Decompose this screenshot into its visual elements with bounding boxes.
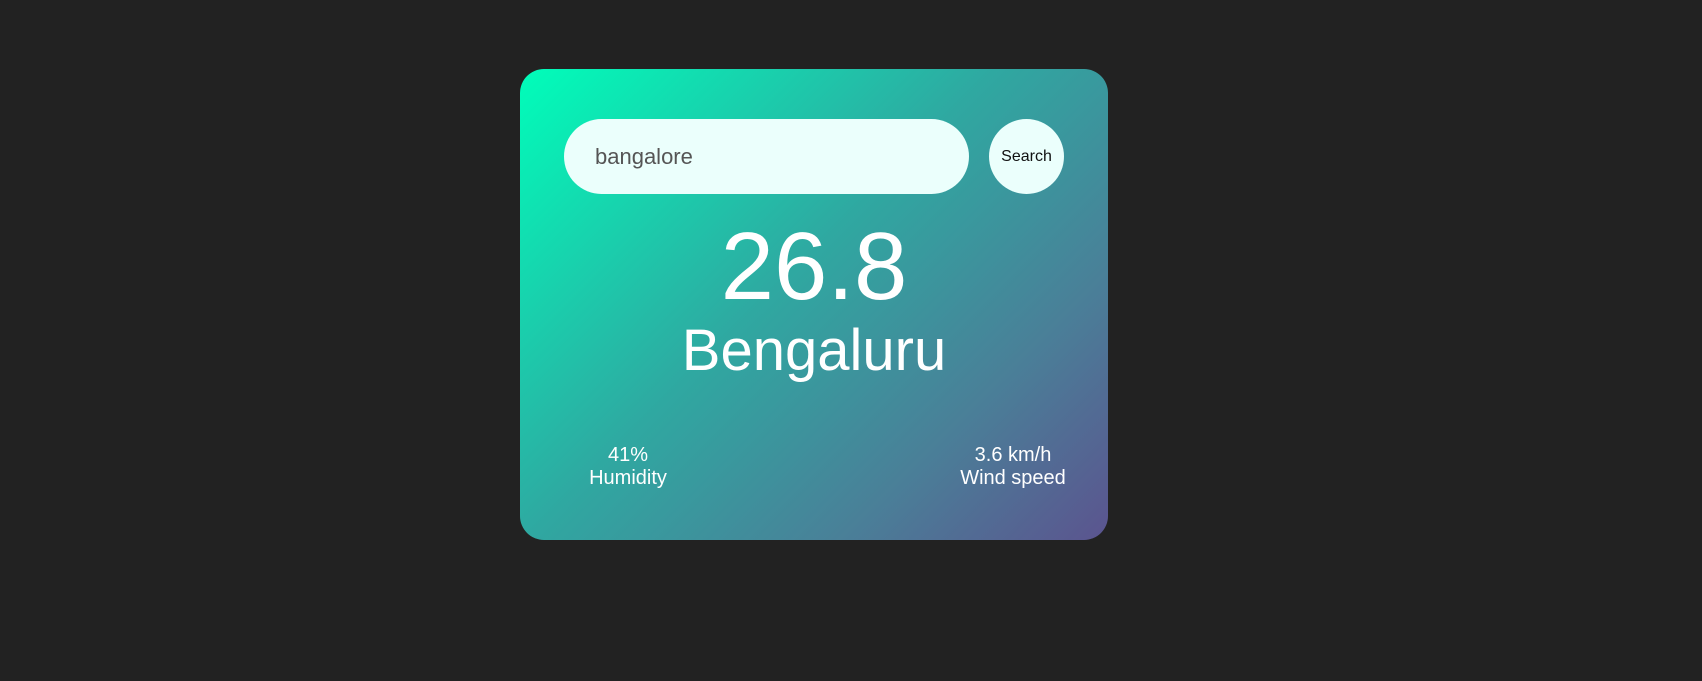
weather-card: Search 26.8 Bengaluru 41% Humidity 3.6 k… — [520, 69, 1108, 540]
search-button[interactable]: Search — [989, 119, 1064, 194]
humidity-value: 41% — [607, 444, 649, 466]
city-name: Bengaluru — [681, 318, 947, 383]
wind-block: 3.6 km/h Wind speed — [920, 444, 1106, 490]
temperature-value: 26.8 — [720, 213, 908, 320]
wind-speed-value: 3.6 km/h — [974, 444, 1052, 466]
search-bar: Search — [564, 119, 1064, 194]
wind-speed-label: Wind speed — [960, 467, 1066, 489]
humidity-block: 41% Humidity — [568, 444, 688, 490]
humidity-label: Humidity — [589, 467, 667, 489]
search-input[interactable] — [564, 119, 969, 194]
